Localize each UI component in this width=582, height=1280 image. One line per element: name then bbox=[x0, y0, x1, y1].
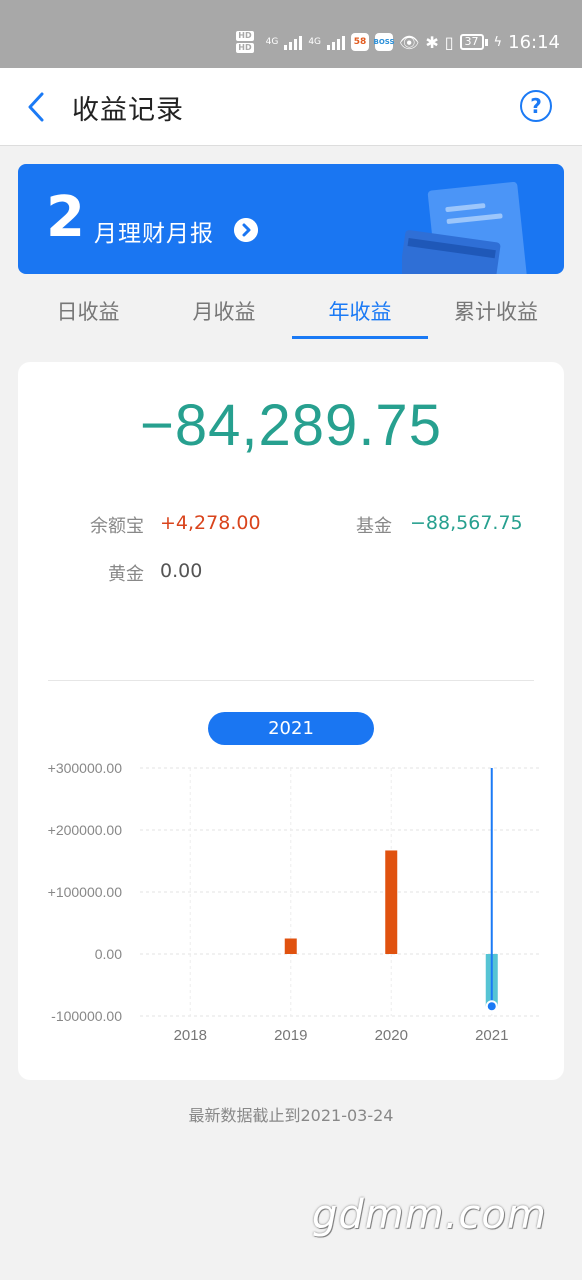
total-earnings: −84,289.75 bbox=[140, 393, 442, 458]
clock: 16:14 bbox=[508, 31, 560, 53]
gold-value: 0.00 bbox=[160, 560, 203, 582]
data-cutoff-note: 最新数据截止到2021-03-24 bbox=[188, 1106, 394, 1125]
hd-icon: HD HD bbox=[236, 31, 254, 53]
active-tab-indicator bbox=[292, 336, 428, 339]
x-tick-label: 2019 bbox=[274, 1027, 307, 1044]
help-icon[interactable]: ? bbox=[520, 90, 552, 122]
yearly-earnings-chart: +300000.00 +200000.00 +100000.00 0.00 -10000… bbox=[48, 760, 542, 1044]
banner-label: 月理财月报 bbox=[94, 221, 214, 247]
divider bbox=[48, 680, 534, 681]
gold-label: 黄金 bbox=[108, 564, 144, 585]
watermark: gdmm.com bbox=[312, 1192, 547, 1238]
status-bar: HD HD 4G 4G 58 BOSS 👁 ✱ ▯ 37 ϟ 16:14 bbox=[0, 0, 582, 68]
app-notification-icon: 58 bbox=[351, 33, 370, 51]
y-tick-label: +100000.00 bbox=[48, 884, 123, 900]
page-title: 收益记录 bbox=[72, 95, 184, 126]
y-tick-label: -100000.00 bbox=[51, 1008, 122, 1024]
x-tick-label: 2021 bbox=[475, 1027, 508, 1044]
y-tick-label: +200000.00 bbox=[48, 822, 123, 838]
yuebao-value: +4,278.00 bbox=[160, 512, 261, 534]
fund-label: 基金 bbox=[356, 516, 392, 537]
tab-daily[interactable]: 日收益 bbox=[42, 296, 134, 326]
x-tick-label: 2020 bbox=[375, 1027, 408, 1044]
chevron-right-icon bbox=[234, 218, 258, 242]
tab-yearly[interactable]: 年收益 bbox=[314, 296, 406, 326]
selected-year-pill[interactable]: 2021 bbox=[208, 712, 374, 745]
eye-icon: 👁 bbox=[399, 32, 420, 52]
signal-icon bbox=[327, 34, 346, 50]
yuebao-label: 余额宝 bbox=[90, 516, 144, 537]
vibrate-icon: ▯ bbox=[444, 32, 454, 52]
battery-icon: 37 bbox=[459, 34, 488, 50]
banner-month-number: 2 bbox=[46, 185, 85, 250]
bluetooth-icon: ✱ bbox=[425, 32, 439, 52]
y-tick-label: +300000.00 bbox=[48, 760, 123, 776]
app-notification-icon: BOSS bbox=[373, 33, 395, 51]
x-tick-label: 2018 bbox=[174, 1027, 207, 1044]
network-label-2: 4G bbox=[308, 37, 322, 47]
earnings-tabs: 日收益 月收益 年收益 累计收益 bbox=[18, 290, 564, 340]
status-icons: HD HD 4G 4G 58 BOSS 👁 ✱ ▯ 37 ϟ 16:14 bbox=[236, 28, 560, 56]
signal-icon bbox=[284, 34, 303, 50]
tab-cumulative[interactable]: 累计收益 bbox=[446, 296, 546, 326]
selection-dot bbox=[485, 1000, 498, 1013]
monthly-report-banner[interactable]: 2 月理财月报 bbox=[18, 164, 564, 274]
bar bbox=[284, 938, 297, 954]
fund-value: −88,567.75 bbox=[410, 512, 523, 534]
tab-monthly[interactable]: 月收益 bbox=[178, 296, 270, 326]
back-arrow-icon[interactable] bbox=[24, 90, 48, 124]
earnings-card: −84,289.75 余额宝 +4,278.00 基金 −88,567.75 黄… bbox=[18, 362, 564, 1080]
charging-icon: ϟ bbox=[493, 34, 503, 50]
y-tick-label: 0.00 bbox=[95, 946, 122, 962]
nav-bar: 收益记录 ? bbox=[0, 68, 582, 146]
battery-level: 37 bbox=[459, 34, 484, 50]
network-label-1: 4G bbox=[265, 37, 279, 47]
bar bbox=[385, 850, 398, 954]
document-card-illustration-icon bbox=[402, 182, 527, 274]
